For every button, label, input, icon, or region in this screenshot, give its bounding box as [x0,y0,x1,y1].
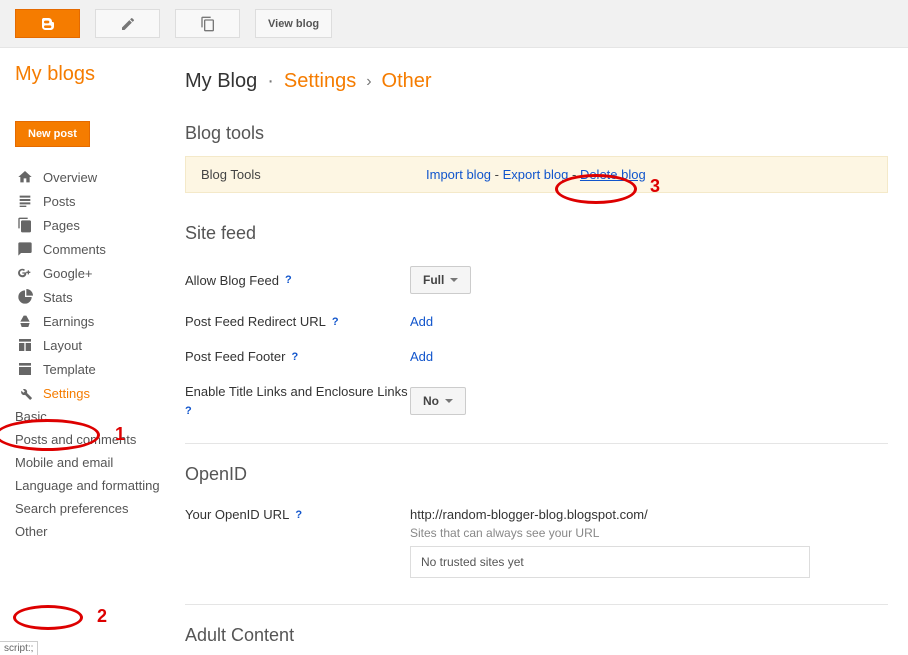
status-corner: script:; [0,641,38,655]
allow-blog-feed-value: Full [423,273,444,287]
annotation-number-2: 2 [97,606,107,627]
sidebar-sub-search-preferences[interactable]: Search preferences [15,497,175,520]
openid-url-label: Your OpenID URL [185,507,289,522]
sidebar-item-googleplus[interactable]: Google+ [15,261,175,285]
sidebar-sub-basic[interactable]: Basic [15,405,175,428]
chevron-down-icon [445,399,453,403]
openid-url-row: Your OpenID URL ? http://random-blogger-… [185,497,888,588]
help-icon[interactable]: ? [285,274,292,286]
copy-icon [200,16,216,32]
dash-sep: - [568,167,580,182]
sidebar-item-label: Comments [43,242,106,257]
section-site-feed-heading: Site feed [185,223,888,244]
export-blog-link[interactable]: Export blog [503,167,569,182]
wrench-icon [15,385,35,401]
sidebar-item-overview[interactable]: Overview [15,165,175,189]
googleplus-icon [15,265,35,281]
compose-button[interactable] [95,9,160,38]
help-icon[interactable]: ? [295,509,302,521]
sidebar-item-label: Stats [43,290,73,305]
pages-icon [15,217,35,233]
sidebar-item-earnings[interactable]: Earnings [15,309,175,333]
openid-sites-text: Sites that can always see your URL [410,526,810,540]
posts-icon [15,193,35,209]
breadcrumb-settings[interactable]: Settings [284,70,356,93]
sidebar-item-stats[interactable]: Stats [15,285,175,309]
delete-blog-link[interactable]: Delete blog [580,167,646,182]
breadcrumb-blog-name: My Blog [185,70,257,93]
help-icon[interactable]: ? [291,351,298,363]
sidebar-item-posts[interactable]: Posts [15,189,175,213]
post-feed-footer-label: Post Feed Footer [185,349,285,364]
sidebar-item-label: Google+ [43,266,93,281]
blog-tools-label: Blog Tools [201,167,426,182]
breadcrumb-dot: · [267,70,274,93]
post-feed-footer-add[interactable]: Add [410,349,433,364]
sidebar-item-settings[interactable]: Settings [15,381,175,405]
title-links-value: No [423,394,439,408]
section-openid-heading: OpenID [185,464,888,485]
sidebar-sub-posts-comments[interactable]: Posts and comments [15,428,175,451]
view-blog-button[interactable]: View blog [255,9,332,38]
sidebar-item-pages[interactable]: Pages [15,213,175,237]
blog-tools-links: Import blog - Export blog - Delete blog [426,167,646,182]
earnings-icon [15,313,35,329]
post-feed-redirect-add[interactable]: Add [410,314,433,329]
section-blog-tools-heading: Blog tools [185,123,888,144]
annotation-circle-2 [13,605,83,630]
comment-icon [15,241,35,257]
sidebar-item-label: Settings [43,386,90,401]
help-icon[interactable]: ? [185,405,192,417]
sidebar-sub-mobile-email[interactable]: Mobile and email [15,451,175,474]
section-adult-content-heading: Adult Content [185,625,888,646]
title-links-row: Enable Title Links and Enclosure Links ?… [185,374,888,427]
top-toolbar: View blog [0,0,908,48]
sidebar-sub-other[interactable]: Other [15,520,175,543]
blog-tools-row: Blog Tools Import blog - Export blog - D… [185,156,888,193]
sidebar-item-label: Pages [43,218,80,233]
main-content: My Blog · Settings › Other Blog tools Bl… [175,48,908,646]
trusted-sites-box: No trusted sites yet [410,546,810,578]
allow-blog-feed-row: Allow Blog Feed ? Full [185,256,888,304]
sidebar-nav: Overview Posts Pages Comments Google+ St… [15,165,175,405]
sidebar-item-label: Posts [43,194,76,209]
title-links-select[interactable]: No [410,387,466,415]
template-icon [15,361,35,377]
blogger-home-button[interactable] [15,9,80,38]
sidebar-title: My blogs [15,63,175,86]
divider [185,443,888,444]
home-icon [15,169,35,185]
breadcrumb-other: Other [382,70,432,93]
blogger-b-icon [40,16,56,32]
layout-icon [15,337,35,353]
sidebar-item-label: Earnings [43,314,94,329]
import-blog-link[interactable]: Import blog [426,167,491,182]
sidebar-item-label: Overview [43,170,97,185]
sidebar: My blogs New post Overview Posts Pages C… [0,48,175,646]
stats-icon [15,289,35,305]
allow-blog-feed-label: Allow Blog Feed [185,273,279,288]
divider [185,604,888,605]
sidebar-sub-language-formatting[interactable]: Language and formatting [15,474,175,497]
breadcrumb: My Blog · Settings › Other [185,70,888,93]
chevron-down-icon [450,278,458,282]
title-links-label: Enable Title Links and Enclosure Links [185,384,408,399]
breadcrumb-sep: › [366,73,371,91]
posts-list-button[interactable] [175,9,240,38]
sidebar-item-layout[interactable]: Layout [15,333,175,357]
dash-sep: - [491,167,503,182]
new-post-button[interactable]: New post [15,121,90,147]
post-feed-footer-row: Post Feed Footer ? Add [185,339,888,374]
sidebar-item-label: Layout [43,338,82,353]
sidebar-item-comments[interactable]: Comments [15,237,175,261]
post-feed-redirect-row: Post Feed Redirect URL ? Add [185,304,888,339]
help-icon[interactable]: ? [332,316,339,328]
allow-blog-feed-select[interactable]: Full [410,266,471,294]
settings-submenu: Basic Posts and comments Mobile and emai… [15,405,175,543]
post-feed-redirect-label: Post Feed Redirect URL [185,314,326,329]
pencil-icon [120,16,136,32]
sidebar-item-label: Template [43,362,96,377]
openid-url-value: http://random-blogger-blog.blogspot.com/ [410,507,810,522]
sidebar-item-template[interactable]: Template [15,357,175,381]
